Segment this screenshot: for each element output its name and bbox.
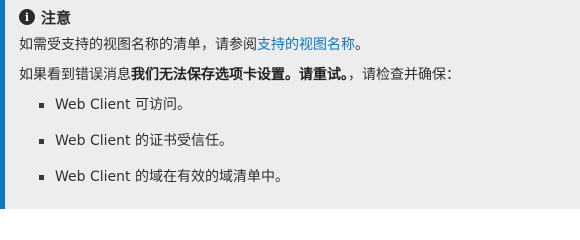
note-header: i 注意 <box>19 6 568 28</box>
line2-prefix: 如果看到错误消息 <box>19 67 131 83</box>
checklist: Web Client 可访问。 Web Client 的证书受信任。 Web C… <box>19 95 568 187</box>
bullet-icon <box>39 139 44 144</box>
note-box: i 注意 如需受支持的视图名称的清单，请参阅支持的视图名称。 如果看到错误消息我… <box>0 0 580 209</box>
line1-prefix: 如需受支持的视图名称的清单，请参阅 <box>19 37 257 53</box>
info-icon: i <box>19 9 35 25</box>
note-paragraph-error: 如果看到错误消息我们无法保存选项卡设置。请重试。，请检查并确保： <box>19 65 568 85</box>
line2-suffix: ，请检查并确保： <box>348 67 460 83</box>
list-item-text: Web Client 可访问。 <box>55 97 191 113</box>
list-item-text: Web Client 的域在有效的域清单中。 <box>55 169 289 185</box>
error-message: 我们无法保存选项卡设置。请重试。 <box>131 67 348 83</box>
bullet-icon <box>39 175 44 180</box>
list-item-text: Web Client 的证书受信任。 <box>55 133 233 149</box>
list-item: Web Client 的证书受信任。 <box>39 131 568 151</box>
list-item: Web Client 可访问。 <box>39 95 568 115</box>
line1-suffix: 。 <box>355 37 369 53</box>
bullet-icon <box>39 103 44 108</box>
supported-view-names-link[interactable]: 支持的视图名称 <box>257 37 355 53</box>
note-title: 注意 <box>41 8 72 27</box>
note-paragraph-view-names: 如需受支持的视图名称的清单，请参阅支持的视图名称。 <box>19 35 568 55</box>
list-item: Web Client 的域在有效的域清单中。 <box>39 167 568 187</box>
